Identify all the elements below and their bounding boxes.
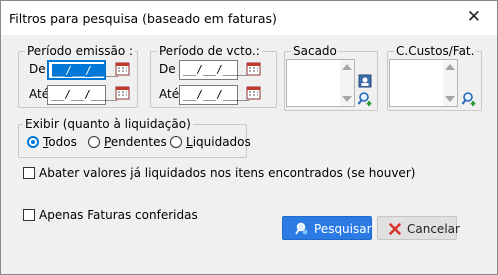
liquidados-accel: L	[186, 135, 193, 149]
ccustos-list[interactable]	[389, 59, 458, 107]
liquidados-label[interactable]: Liquidados	[186, 135, 251, 149]
scroll-up-icon[interactable]	[445, 64, 455, 70]
vcto-de-input[interactable]: __/__/____	[179, 60, 249, 80]
todos-rest: odos	[48, 135, 77, 149]
conferidas-label[interactable]: Apenas Faturas conferidas	[39, 208, 198, 222]
sacado-legend: Sacado	[291, 44, 339, 58]
title-bar: Filtros para pesquisa (baseado em fatura…	[1, 1, 497, 35]
calendar-icon[interactable]	[246, 62, 263, 77]
pendentes-accel: P	[104, 135, 111, 149]
exibir-legend: Exibir (quanto à liquidação)	[23, 117, 193, 131]
vcto-de-label: De	[159, 62, 176, 76]
scroll-up-icon[interactable]	[342, 64, 352, 70]
todos-label[interactable]: Todos	[43, 135, 77, 149]
emissao-de-label: De	[29, 62, 46, 76]
conferidas-checkbox[interactable]	[23, 209, 35, 221]
pendentes-radio[interactable]	[88, 136, 100, 148]
calendar-icon[interactable]	[115, 86, 132, 101]
pesquisar-button[interactable]: Pesquisar	[282, 216, 372, 240]
periodo-vcto-legend: Período de vcto.:	[157, 44, 262, 58]
sacado-list[interactable]	[286, 59, 355, 107]
scroll-down-icon[interactable]	[445, 96, 455, 102]
vcto-ate-label: Até	[159, 87, 180, 101]
emissao-ate-input[interactable]: __/__/____	[47, 85, 117, 105]
close-icon[interactable]: ✕	[467, 7, 481, 27]
ccustos-legend: C.Custos/Fat.	[394, 44, 477, 58]
abater-label[interactable]: Abater valores já liquidados nos itens e…	[39, 166, 415, 180]
abater-checkbox[interactable]	[23, 167, 35, 179]
sacado-scrollbar[interactable]	[340, 60, 354, 106]
dialog-title: Filtros para pesquisa (baseado em fatura…	[9, 11, 277, 26]
scroll-down-icon[interactable]	[342, 96, 352, 102]
search-add-icon[interactable]	[461, 91, 477, 107]
calendar-icon[interactable]	[115, 62, 132, 77]
close-x-icon	[389, 223, 401, 235]
search-user-icon	[295, 222, 308, 235]
cancelar-label: Cancelar	[407, 222, 460, 236]
todos-radio[interactable]	[27, 136, 39, 148]
liquidados-radio[interactable]	[170, 136, 182, 148]
search-user-icon[interactable]	[358, 74, 372, 88]
ccustos-scrollbar[interactable]	[443, 60, 457, 106]
pesquisar-label: Pesquisar	[314, 222, 372, 236]
cancelar-button[interactable]: Cancelar	[377, 216, 460, 240]
calendar-icon[interactable]	[246, 86, 263, 101]
emissao-de-input[interactable]: __/__/____	[47, 60, 118, 80]
search-add-icon[interactable]	[357, 91, 373, 107]
vcto-ate-input[interactable]: __/__/____	[179, 85, 249, 105]
filter-dialog: Filtros para pesquisa (baseado em fatura…	[0, 0, 498, 275]
pendentes-rest: endentes	[110, 135, 167, 149]
pendentes-label[interactable]: Pendentes	[104, 135, 167, 149]
liquidados-rest: iquidados	[192, 135, 251, 149]
periodo-emissao-legend: Período emissão :	[25, 44, 136, 58]
emissao-de-selected-text: __/__/__	[52, 64, 105, 77]
